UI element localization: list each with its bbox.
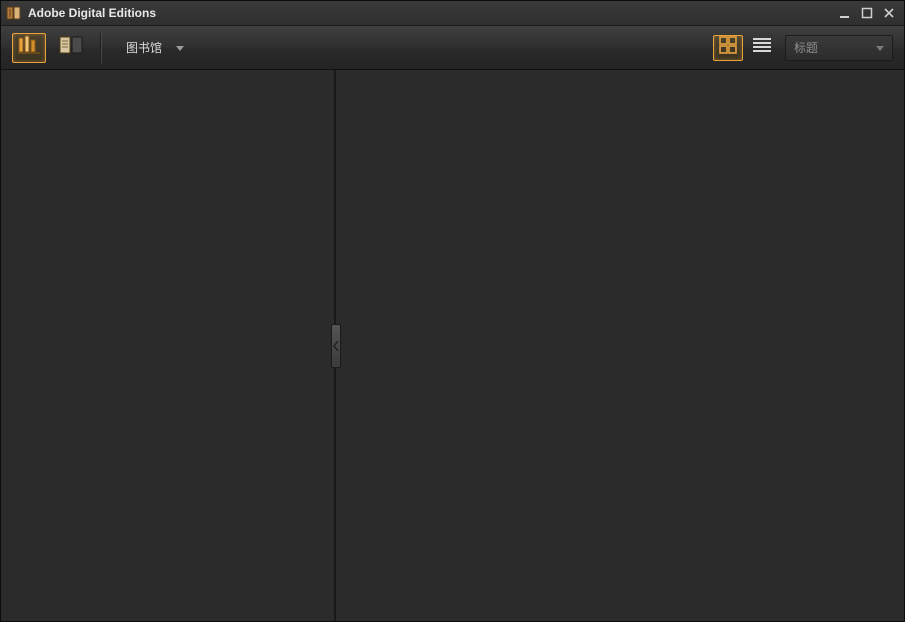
thumbnail-grid-icon: [719, 36, 737, 59]
sort-dropdown[interactable]: 标题: [785, 35, 893, 61]
reading-view-button[interactable]: [54, 33, 88, 63]
thumbnail-view-button[interactable]: [713, 35, 743, 61]
splitter-handle[interactable]: [331, 324, 341, 368]
pane-splitter[interactable]: [334, 70, 336, 622]
view-mode-group: [713, 35, 777, 61]
library-shelf-icon: [18, 35, 40, 60]
main-pane: [336, 70, 905, 622]
minimize-button[interactable]: [835, 4, 855, 22]
chevron-left-icon: [333, 341, 339, 351]
chevron-down-icon: [176, 41, 184, 55]
toolbar: 图书馆: [0, 26, 905, 70]
library-view-button[interactable]: [12, 33, 46, 63]
app-icon: [6, 5, 22, 21]
library-menu[interactable]: 图书馆: [113, 33, 195, 63]
chevron-down-icon: [876, 41, 884, 55]
list-view-button[interactable]: [747, 35, 777, 61]
sidebar-pane: [0, 70, 334, 622]
content-area: [0, 70, 905, 622]
library-menu-label: 图书馆: [126, 39, 162, 56]
sort-dropdown-label: 标题: [794, 39, 818, 56]
toolbar-divider: [100, 33, 101, 63]
app-title: Adobe Digital Editions: [28, 6, 156, 20]
titlebar: Adobe Digital Editions: [0, 0, 905, 26]
list-lines-icon: [753, 37, 771, 58]
maximize-button[interactable]: [857, 4, 877, 22]
reading-page-icon: [59, 36, 83, 59]
close-button[interactable]: [879, 4, 899, 22]
